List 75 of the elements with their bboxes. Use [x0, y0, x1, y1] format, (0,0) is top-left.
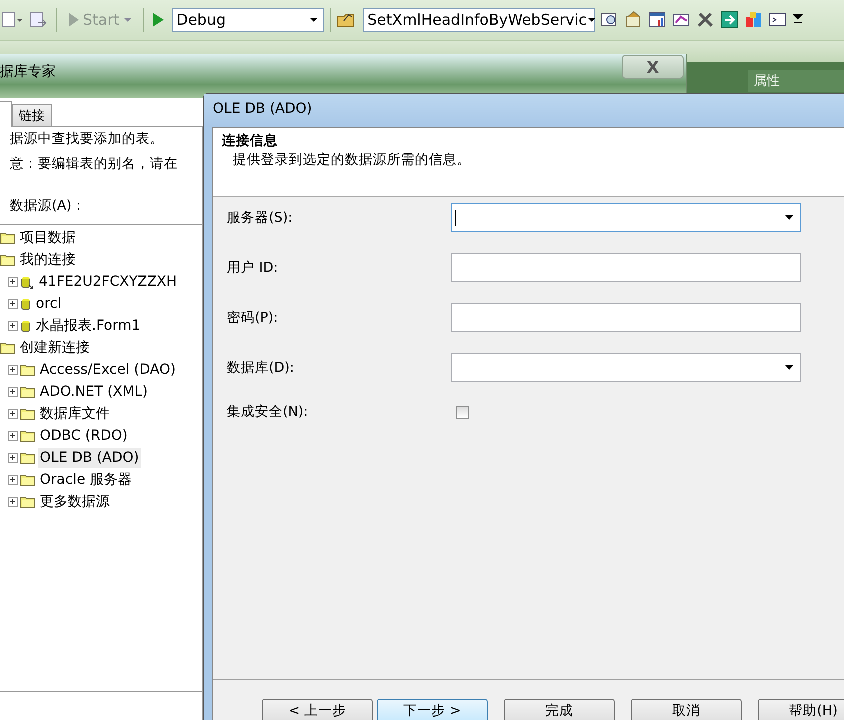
field-label: 集成安全(N): — [226, 403, 310, 421]
panel-title: 属性 — [748, 70, 844, 92]
field-label: 服务器(S): — [226, 208, 294, 226]
database-link-icon — [20, 274, 35, 290]
folder-icon — [20, 494, 36, 510]
play-icon — [67, 11, 80, 29]
folder-icon — [20, 472, 36, 488]
wizard-button[interactable]: < 上一步 — [262, 699, 373, 720]
folder-icon — [20, 406, 36, 422]
folder-icon — [20, 384, 36, 400]
field-label: 密码(P): — [226, 308, 280, 326]
magnifier-window-icon — [600, 11, 619, 29]
import-icon — [720, 11, 739, 29]
dropdown-arrow-icon — [308, 17, 319, 23]
dropdown-field[interactable] — [451, 203, 801, 232]
database-icon — [20, 296, 32, 312]
dropdown-arrow-icon — [785, 215, 794, 220]
expand-icon — [8, 299, 18, 309]
window-title: 据库专家 — [0, 63, 56, 81]
folder-icon — [20, 428, 36, 444]
folder-icon — [20, 362, 36, 378]
tab[interactable]: 链接 — [12, 104, 52, 126]
colored-blocks-icon — [744, 11, 763, 29]
configuration-dropdown[interactable]: Debug — [172, 8, 324, 32]
expand-icon — [8, 321, 18, 331]
section-description: 提供登录到选定的数据源所需的信息。 — [232, 151, 472, 169]
expand-icon — [8, 453, 18, 463]
input-field[interactable] — [451, 303, 801, 332]
console-window-icon — [768, 11, 787, 29]
section-heading: 连接信息 — [222, 132, 279, 150]
dropdown-field[interactable] — [451, 353, 801, 382]
dropdown-arrow-icon — [587, 17, 598, 23]
tree-item[interactable]: Oracle 服务器 — [38, 470, 134, 490]
instruction-text: 据源中查找要添加的表。 — [10, 130, 165, 149]
wizard-button[interactable]: 帮助(H) — [758, 699, 844, 720]
tree-item[interactable]: 水晶报表.Form1 — [34, 316, 143, 336]
overflow-arrow-icon — [792, 14, 803, 26]
wizard-button[interactable]: 下一步 > — [377, 699, 488, 720]
wizard-button[interactable]: 取消 — [631, 699, 742, 720]
tree-item[interactable]: orcl — [34, 294, 64, 314]
tree-item[interactable]: OLE DB (ADO) — [38, 448, 142, 468]
checkbox[interactable] — [456, 406, 469, 418]
chart-window-icon — [648, 11, 667, 29]
tree-item[interactable]: 更多数据源 — [38, 492, 112, 512]
tree-item[interactable]: 我的连接 — [18, 250, 78, 270]
folder-icon — [0, 230, 16, 246]
database-icon — [20, 318, 32, 334]
sources-label: 数据源(A)： — [10, 197, 87, 216]
input-field[interactable] — [451, 253, 801, 282]
project-dropdown[interactable]: SetXmlHeadInfoByWebServic — [362, 8, 595, 32]
tree-item[interactable]: ODBC (RDO) — [38, 426, 130, 446]
expand-icon — [8, 277, 18, 287]
expand-icon — [8, 387, 18, 397]
folder-icon — [20, 450, 36, 466]
field-label: 用户 ID: — [226, 258, 280, 276]
tree-item[interactable]: 数据库文件 — [38, 404, 112, 424]
dropdown-arrow-icon — [785, 365, 794, 370]
expand-icon — [8, 365, 18, 375]
folder-icon — [0, 340, 16, 356]
tree-item[interactable]: ADO.NET (XML) — [38, 382, 150, 402]
instruction-text: 意：要编辑表的别名，请在 — [10, 155, 179, 174]
document-dropdown-icon — [2, 11, 24, 29]
tree-item[interactable]: 41FE2U2FCXYZZXH — [37, 272, 180, 292]
expand-icon — [8, 497, 18, 507]
expand-icon — [8, 431, 18, 441]
expand-icon — [8, 475, 18, 485]
expand-icon — [8, 409, 18, 419]
tree-item[interactable]: Access/Excel (DAO) — [38, 360, 178, 380]
dropdown-arrow-icon — [122, 17, 133, 23]
close-button[interactable]: X — [622, 55, 684, 79]
folder-icon — [0, 252, 16, 268]
tree-item[interactable]: 创建新连接 — [18, 338, 92, 358]
field-label: 数据库(D): — [226, 358, 296, 376]
tree-item[interactable]: 项目数据 — [18, 228, 78, 248]
wizard-button[interactable]: 完成 — [504, 699, 615, 720]
